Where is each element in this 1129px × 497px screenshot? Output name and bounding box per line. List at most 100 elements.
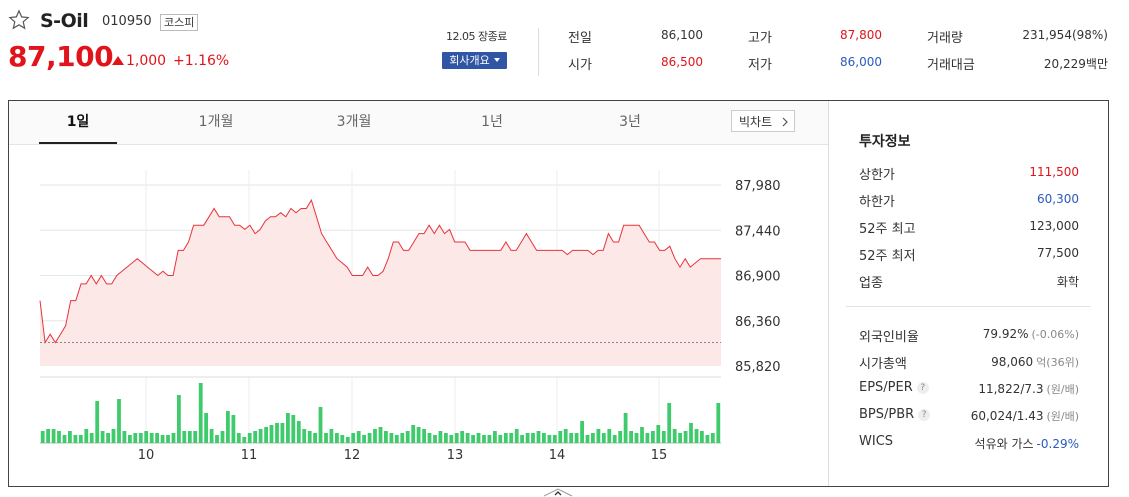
volume-bar <box>236 433 241 443</box>
volume-bar <box>536 431 541 443</box>
volume-bar <box>128 435 132 443</box>
info-value-sub: (원/배) <box>1046 383 1079 396</box>
volume-bar <box>503 433 508 443</box>
info-value-main: 79.92% <box>982 327 1029 341</box>
collapse-tab-icon[interactable] <box>544 487 576 497</box>
volume-bar <box>187 431 192 443</box>
tab-2[interactable]: 1개월 <box>177 101 255 144</box>
period-tabs <box>9 101 828 145</box>
volume-bar <box>193 431 198 443</box>
summary-value: 86,000 <box>840 55 882 69</box>
volume-bar <box>449 435 454 443</box>
tab-4[interactable]: 1년 <box>453 101 531 144</box>
volume-bar <box>258 429 263 443</box>
tab-3[interactable]: 3개월 <box>315 101 393 144</box>
volume-bar <box>454 433 459 443</box>
volume-bar <box>433 435 437 443</box>
volume-bar <box>694 429 699 443</box>
summary-value: 86,100 <box>661 28 703 42</box>
info-value-main: 석유와 가스 <box>974 437 1034 451</box>
x-tick-label: 12 <box>344 448 361 463</box>
volume-bar <box>552 435 557 443</box>
x-tick-label: 14 <box>549 448 566 463</box>
volume-bar <box>253 431 258 443</box>
company-overview-button[interactable]: 회사개요 <box>442 52 507 69</box>
tab-1[interactable]: 1일 <box>39 101 117 144</box>
info-value: 111,500 <box>1029 165 1079 179</box>
volume-bar <box>656 425 661 443</box>
info-value: 석유와 가스 -0.29% <box>975 435 1079 452</box>
volume-bar <box>607 429 612 443</box>
help-icon[interactable]: ? <box>916 382 929 394</box>
volume-bar <box>411 425 416 443</box>
volume-bar <box>307 431 312 443</box>
volume-bar <box>612 435 617 443</box>
info-label: 상한가 <box>859 168 895 183</box>
volume-bar <box>73 435 78 443</box>
divider <box>828 101 829 486</box>
info-value-sub: -0.29% <box>1036 437 1079 451</box>
volume-bar <box>122 431 127 443</box>
volume-bar <box>427 433 432 443</box>
volume-bar <box>335 433 339 443</box>
volume-bar <box>291 415 296 443</box>
intraday-chart[interactable]: 87,980 87,440 86,900 86,360 85,820 10 11 12 13 14… <box>9 145 828 486</box>
volume-bar <box>422 429 426 443</box>
volume-bar <box>269 425 274 443</box>
volume-bar <box>438 431 443 443</box>
volume-bar <box>198 383 203 443</box>
volume-bar <box>482 435 486 443</box>
volume-bar <box>226 411 230 443</box>
volume-bar <box>525 433 530 443</box>
volume-bar <box>275 423 279 443</box>
volume-bar <box>144 431 149 443</box>
volume-bar <box>155 433 159 443</box>
summary-value: 86,500 <box>661 55 703 69</box>
volume-bar <box>286 413 290 443</box>
info-value-sub: (-0.06%) <box>1031 328 1080 341</box>
volume-bar <box>231 415 236 443</box>
info-label-text: EPS/PER <box>859 380 913 395</box>
info-value-main: 98,060 <box>991 355 1034 369</box>
volume-bar <box>710 433 715 443</box>
volume-bar <box>629 431 633 443</box>
volume-bar <box>400 433 405 443</box>
summary-value: 20,229백만 <box>1043 57 1108 71</box>
info-label: 업종 <box>859 276 883 291</box>
volume-bar <box>645 433 650 443</box>
tab-5[interactable]: 3년 <box>591 101 669 144</box>
summary-value: 231,954(98%) <box>1022 28 1108 42</box>
volume-bar <box>623 413 628 443</box>
price-change-percent: +1.16% <box>173 53 230 69</box>
y-tick-label: 85,820 <box>735 360 781 375</box>
help-icon[interactable]: ? <box>918 409 931 421</box>
favorite-star-icon[interactable] <box>8 9 30 31</box>
investment-info-title: 투자정보 <box>859 134 911 150</box>
volume-bar <box>634 433 639 443</box>
volume-bar <box>416 427 421 443</box>
y-tick-label: 87,440 <box>735 224 781 239</box>
volume-bar <box>149 433 154 443</box>
x-tick-label: 13 <box>447 448 464 463</box>
y-tick-label: 87,980 <box>735 179 781 194</box>
volume-bar <box>340 435 345 443</box>
volume-bar <box>520 435 524 443</box>
volume-bar <box>324 433 328 443</box>
volume-bar <box>106 433 110 443</box>
volume-bar <box>705 435 710 443</box>
volume-bar <box>563 429 568 443</box>
volume-bar <box>667 403 672 443</box>
volume-bar <box>209 429 214 443</box>
volume-bar <box>389 433 394 443</box>
info-value: 60,300 <box>1037 192 1079 206</box>
volume-bar <box>373 429 377 443</box>
volume-bar <box>547 435 552 443</box>
volume-bar <box>95 401 100 443</box>
volume-bar <box>498 435 503 443</box>
info-label: 시가총액 <box>859 353 907 372</box>
volume-bar <box>138 433 143 443</box>
big-chart-button[interactable]: 빅차트 <box>731 110 795 132</box>
volume-bar <box>569 433 574 443</box>
volume-bar <box>62 435 67 443</box>
y-tick-label: 86,900 <box>735 270 781 285</box>
